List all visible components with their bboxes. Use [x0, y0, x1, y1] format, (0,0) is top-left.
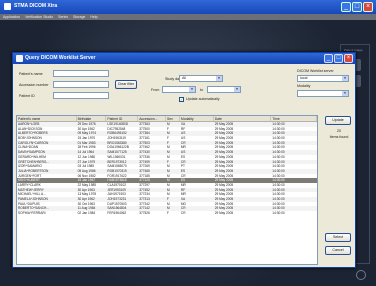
table-cell: SOPHIA^FERRARI: [18, 211, 46, 216]
query-worklist-dialog: Query DICOM Worklist Server _ □ × Patien…: [12, 52, 356, 268]
accession-label: Accession number: [19, 83, 49, 87]
column-header[interactable]: Date: [214, 116, 272, 121]
settings-knob-icon[interactable]: [356, 270, 366, 280]
study-date-select[interactable]: All ▼: [179, 75, 223, 82]
column-header[interactable]: Time: [271, 116, 317, 121]
dialog-minimize-icon[interactable]: _: [324, 54, 333, 63]
table-cell: 02 Jan 1984: [77, 211, 96, 216]
app-icon: [4, 3, 11, 10]
from-date-select[interactable]: ▼: [162, 86, 196, 93]
column-header[interactable]: Patient ID: [106, 116, 139, 121]
column-header[interactable]: Sex: [166, 116, 180, 121]
items-found-label: Items found: [329, 135, 349, 139]
patient-name-input[interactable]: [53, 70, 109, 77]
dialog-titlebar: Query DICOM Worklist Server _ □ ×: [13, 53, 355, 64]
dialog-close-icon[interactable]: ×: [344, 54, 353, 63]
column-header[interactable]: Modality: [180, 116, 214, 121]
patient-name-label: Patient's name: [19, 72, 43, 76]
server-select[interactable]: local ▼: [297, 75, 349, 82]
cancel-button[interactable]: Cancel: [325, 246, 351, 255]
dialog-title: Query DICOM Worklist Server: [25, 55, 96, 61]
to-date-select[interactable]: ▼: [207, 86, 241, 93]
table-row[interactable]: SOPHIA^FERRARI 02 Jan 1984 FER1964062 37752…: [17, 211, 317, 216]
to-label: to: [200, 88, 203, 92]
table-cell: 14:30:00: [272, 211, 285, 216]
maximize-icon[interactable]: □: [352, 2, 362, 12]
auto-update-label: Update automatically: [186, 97, 220, 101]
table-cell: CR: [180, 211, 186, 216]
table-cell: FER1964062: [107, 211, 127, 216]
worklist-table: Patient's name Birthdate Patient ID Acce…: [16, 115, 318, 265]
table-body: AARON^LOEB 29 Dec 1976 LSE1914080D 377363 M X…: [17, 122, 317, 216]
select-button[interactable]: Select: [325, 233, 351, 242]
table-cell: 377526: [139, 211, 150, 216]
clear-filter-button[interactable]: Clear filter: [115, 80, 137, 89]
patient-id-label: Patient ID: [19, 94, 35, 98]
column-header[interactable]: Accession...: [138, 116, 166, 121]
close-icon[interactable]: ×: [363, 2, 373, 12]
auto-update-checkbox[interactable]: ✓: [179, 97, 184, 102]
from-label: From: [151, 88, 160, 92]
accession-input[interactable]: [53, 81, 109, 88]
app-titlebar: STMA DICOM Xtra _ □ ×: [0, 0, 376, 14]
modality-label: Modality: [297, 84, 311, 88]
column-header[interactable]: Patient's name: [17, 116, 77, 121]
column-header[interactable]: Birthdate: [77, 116, 107, 121]
patient-id-input[interactable]: [53, 92, 109, 99]
minimize-icon[interactable]: _: [341, 2, 351, 12]
app-title: STMA DICOM Xtra: [14, 3, 58, 9]
table-cell: F: [167, 211, 169, 216]
dialog-maximize-icon[interactable]: □: [334, 54, 343, 63]
modality-select[interactable]: ▼: [297, 90, 349, 97]
server-label: DICOM Worklist server: [297, 69, 334, 73]
items-count: 20: [337, 129, 341, 133]
dialog-icon: [16, 55, 23, 62]
table-cell: 29 May 2005: [214, 211, 234, 216]
update-button[interactable]: Update: [325, 116, 351, 125]
